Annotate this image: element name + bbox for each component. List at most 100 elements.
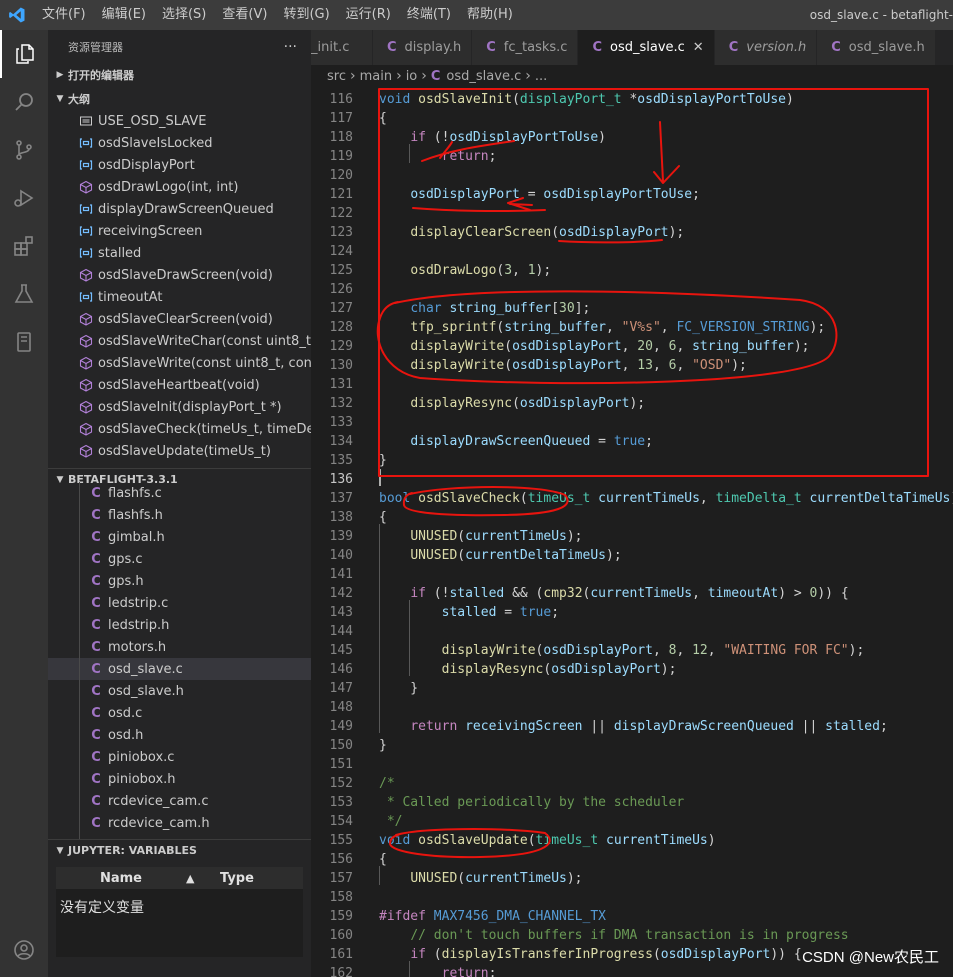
breadcrumb-item[interactable]: ... xyxy=(535,69,547,84)
tab[interactable]: Cversion.h xyxy=(714,30,818,65)
file-item[interactable]: Cosd.h xyxy=(48,724,311,746)
outline-item[interactable]: osdSlaveDrawScreen(void) xyxy=(48,264,311,286)
no-variables-message: 没有定义变量 xyxy=(60,900,144,916)
jupyter-variables-section[interactable]: ▼ JUPYTER: VARIABLES xyxy=(48,839,311,861)
file-item[interactable]: Cflashfs.h xyxy=(48,504,311,526)
outline-section[interactable]: ▼ 大纲 xyxy=(48,88,311,110)
tab[interactable]: Cosd_slave.h xyxy=(817,30,936,65)
search-icon[interactable] xyxy=(0,78,48,126)
file-item-label: gps.c xyxy=(108,551,143,567)
line-number: 149 xyxy=(329,719,353,734)
outline-item[interactable]: osdSlaveUpdate(timeUs_t) xyxy=(48,440,311,462)
code-text: UNUSED(currentTimeUs); xyxy=(379,527,582,546)
file-item[interactable]: Cgimbal.h xyxy=(48,526,311,548)
outline-item[interactable]: osdDisplayPort xyxy=(48,154,311,176)
variable-icon xyxy=(78,201,94,217)
tab-label: osd_slave.h xyxy=(848,40,925,55)
menu-item[interactable]: 查看(V) xyxy=(214,0,275,30)
outline-item[interactable]: osdDrawLogo(int, int) xyxy=(48,176,311,198)
menu-item[interactable]: 选择(S) xyxy=(154,0,214,30)
menu-item[interactable]: 文件(F) xyxy=(34,0,94,30)
name-column-header[interactable]: Name xyxy=(56,871,186,886)
tab[interactable]: Cfc_tasks.c xyxy=(472,30,579,65)
file-item[interactable]: Cledstrip.h xyxy=(48,614,311,636)
code-token: stalled xyxy=(441,605,497,620)
extensions-icon[interactable] xyxy=(0,222,48,270)
file-item[interactable]: Cosd.c xyxy=(48,702,311,724)
menu-item[interactable]: 终端(T) xyxy=(399,0,459,30)
account-icon[interactable] xyxy=(0,926,48,974)
code-token: ( xyxy=(457,529,466,544)
code-line: 137 bool osdSlaveCheck(timeUs_t currentTi… xyxy=(311,489,953,508)
code-editor[interactable]: 116 void osdSlaveInit(displayPort_t *osdD… xyxy=(311,87,953,977)
outline-item[interactable]: osdSlaveWrite(const uint8_t, const ... xyxy=(48,352,311,374)
file-item[interactable]: Crcdevice_osd.c xyxy=(48,834,311,840)
outline-item[interactable]: osdSlaveHeartbeat(void) xyxy=(48,374,311,396)
file-item[interactable]: Crcdevice_cam.h xyxy=(48,812,311,834)
menu-item[interactable]: 编辑(E) xyxy=(94,0,154,30)
tab-label: _init.c xyxy=(311,40,350,55)
remote-device-icon[interactable] xyxy=(0,318,48,366)
testing-flask-icon[interactable] xyxy=(0,270,48,318)
more-actions-icon[interactable]: ··· xyxy=(284,39,297,55)
code-line: 153 * Called periodically by the schedul… xyxy=(311,793,953,812)
menu-item[interactable]: 转到(G) xyxy=(275,0,337,30)
tab[interactable]: _init.c xyxy=(311,30,373,65)
outline-item[interactable]: osdSlaveIsLocked xyxy=(48,132,311,154)
type-column-header[interactable]: Type xyxy=(210,871,254,886)
breadcrumb-item[interactable]: main xyxy=(360,69,392,84)
outline-item[interactable]: osdSlaveWriteChar(const uint8_t, c... xyxy=(48,330,311,352)
explorer-icon[interactable] xyxy=(0,30,48,78)
c-file-icon: C xyxy=(91,639,101,655)
chevron-down-icon: ▼ xyxy=(56,845,64,856)
file-item[interactable]: Cosd_slave.h xyxy=(48,680,311,702)
code-token: displayClearScreen xyxy=(410,225,552,240)
menu-item[interactable]: 帮助(H) xyxy=(459,0,521,30)
source-control-icon[interactable] xyxy=(0,126,48,174)
file-item[interactable]: Cmotors.h xyxy=(48,636,311,658)
tab[interactable]: Cdisplay.h xyxy=(373,30,473,65)
code-token: , xyxy=(692,586,708,601)
outline-item[interactable]: osdSlaveClearScreen(void) xyxy=(48,308,311,330)
code-line: 116 void osdSlaveInit(displayPort_t *osdD… xyxy=(311,90,953,109)
code-token: )) { xyxy=(817,586,849,601)
run-debug-icon[interactable] xyxy=(0,174,48,222)
code-token: , xyxy=(652,643,669,658)
activity-bar xyxy=(0,30,48,977)
outline-item[interactable]: osdSlaveInit(displayPort_t *) xyxy=(48,396,311,418)
outline-item[interactable]: stalled xyxy=(48,242,311,264)
tab-active[interactable]: Cosd_slave.c ✕ xyxy=(578,30,715,65)
file-item[interactable]: Cflashfs.c xyxy=(48,482,311,504)
file-item[interactable]: Cpiniobox.c xyxy=(48,746,311,768)
file-item[interactable]: Cpiniobox.h xyxy=(48,768,311,790)
file-item[interactable]: Cgps.c xyxy=(48,548,311,570)
breadcrumb-item[interactable]: osd_slave.c xyxy=(446,69,521,84)
outline-item[interactable]: displayDrawScreenQueued xyxy=(48,198,311,220)
breadcrumb-item[interactable]: src xyxy=(327,69,346,84)
open-editors-section[interactable]: ▶ 打开的编辑器 xyxy=(48,64,311,86)
file-item[interactable]: Cledstrip.c xyxy=(48,592,311,614)
code-line: 133 xyxy=(311,413,953,432)
close-tab-icon[interactable]: ✕ xyxy=(693,40,704,55)
outline-item[interactable]: timeoutAt xyxy=(48,286,311,308)
line-number: 116 xyxy=(329,92,353,107)
breadcrumb-item[interactable]: io xyxy=(406,69,418,84)
outline-item[interactable]: receivingScreen xyxy=(48,220,311,242)
sort-up-icon[interactable]: ▲ xyxy=(186,872,210,885)
code-line: 156 { xyxy=(311,850,953,869)
file-item[interactable]: Cgps.h xyxy=(48,570,311,592)
outline-item[interactable]: osdSlaveCheck(timeUs_t, timeDelta... xyxy=(48,418,311,440)
outline-item[interactable]: USE_OSD_SLAVE xyxy=(48,110,311,132)
code-line: 122 xyxy=(311,204,953,223)
menu-item[interactable]: 运行(R) xyxy=(338,0,399,30)
file-item[interactable]: Cosd_slave.c xyxy=(48,658,311,680)
file-item[interactable]: Crcdevice_cam.c xyxy=(48,790,311,812)
vscode-logo-icon[interactable] xyxy=(0,0,34,30)
line-number: 126 xyxy=(329,282,353,297)
code-token: "V%s" xyxy=(621,320,661,335)
